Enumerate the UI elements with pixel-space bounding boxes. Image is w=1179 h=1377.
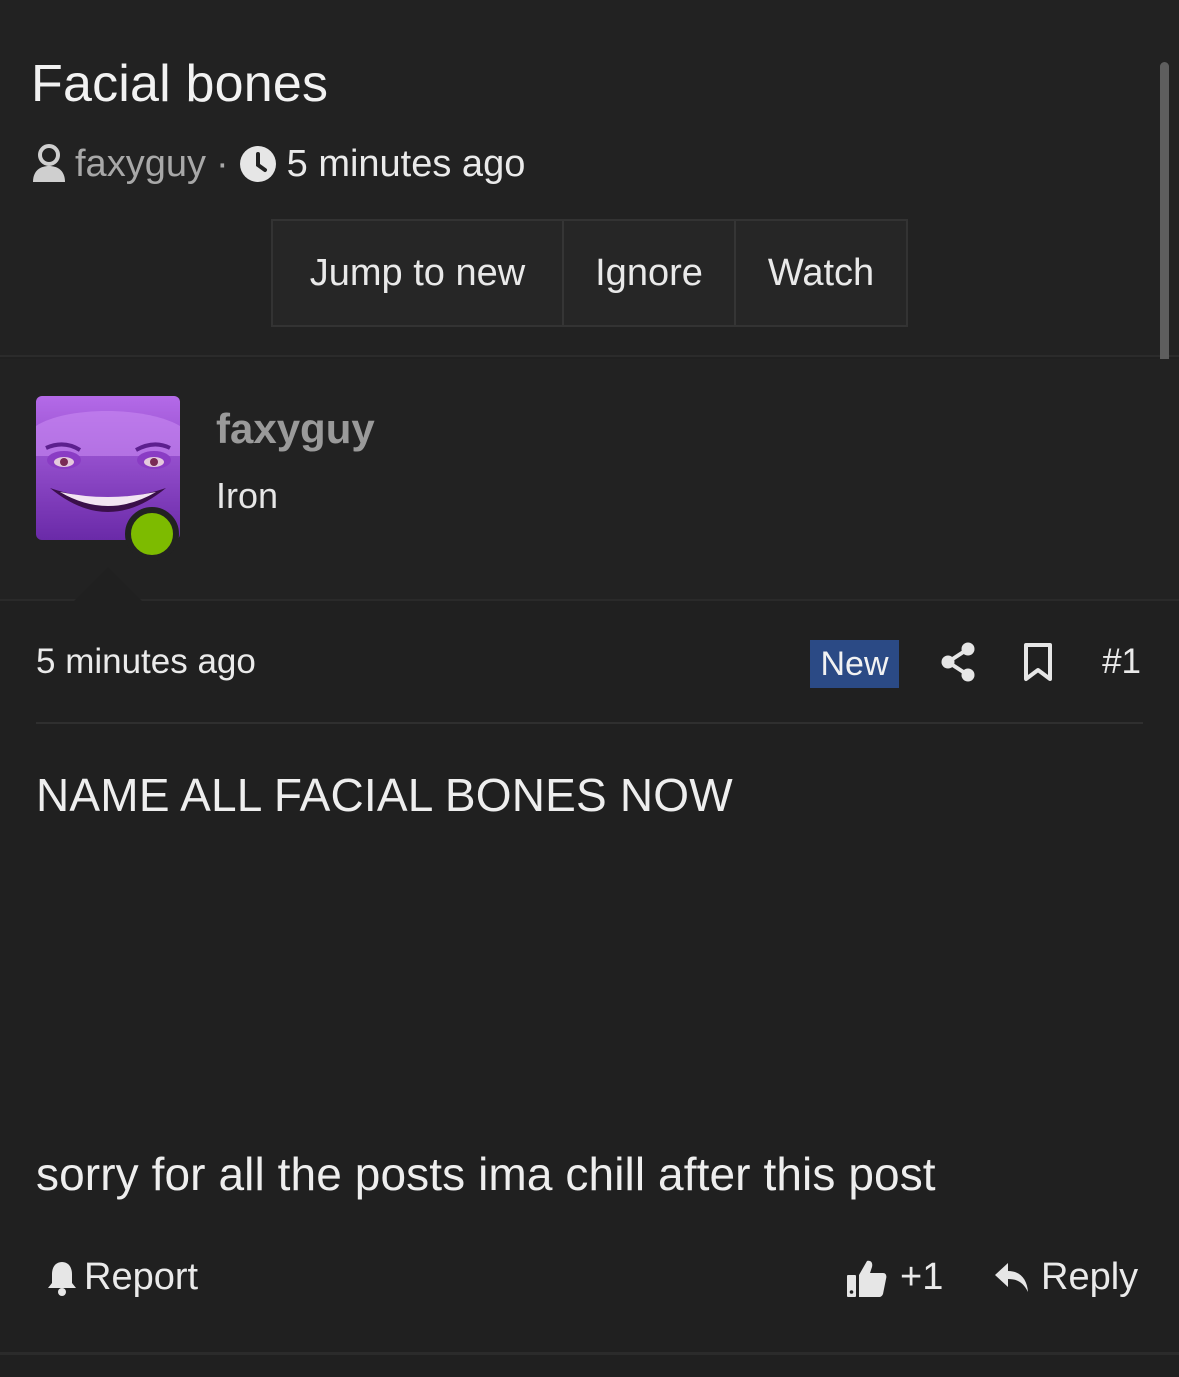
post-author-block: faxyguy Iron: [0, 359, 1179, 601]
ignore-button[interactable]: Ignore: [562, 221, 734, 325]
post-author-name[interactable]: faxyguy: [216, 405, 375, 453]
post-actions: Report +1 Reply: [0, 1252, 1179, 1308]
jump-to-new-button[interactable]: Jump to new: [273, 221, 562, 325]
reply-label: Reply: [1041, 1256, 1139, 1298]
post-body-line: NAME ALL FACIAL BONES NOW: [36, 769, 733, 821]
thread-time: 5 minutes ago: [286, 142, 526, 185]
post-meta: 5 minutes ago New #1: [36, 640, 1143, 688]
meta-separator: ·: [215, 142, 229, 185]
online-status-indicator: [125, 507, 179, 561]
thread-action-buttons: Jump to new Ignore Watch: [271, 219, 908, 327]
post-number-link[interactable]: #1: [1102, 642, 1141, 682]
like-count: +1: [900, 1256, 944, 1298]
like-button[interactable]: +1: [846, 1256, 943, 1299]
post-divider: [36, 722, 1143, 724]
author-pointer: [74, 567, 142, 601]
new-badge: New: [810, 640, 899, 688]
thread-meta: faxyguy · 5 minutes ago: [31, 140, 525, 188]
post-bottom-border: [0, 1352, 1179, 1355]
page-title: Facial bones: [31, 55, 329, 113]
watch-button[interactable]: Watch: [734, 221, 906, 325]
thread-page: Facial bones faxyguy · 5 minutes ago Jum…: [0, 0, 1179, 1377]
reply-arrow-icon: [993, 1261, 1031, 1295]
share-icon[interactable]: [940, 642, 976, 682]
post-time: 5 minutes ago: [36, 642, 256, 681]
clock-icon: [239, 145, 277, 183]
user-icon: [31, 144, 67, 184]
thumbs-up-icon: [846, 1257, 888, 1299]
post-author-rank: Iron: [216, 475, 279, 516]
report-label: Report: [84, 1256, 199, 1298]
thread-author-link[interactable]: faxyguy: [75, 143, 206, 186]
bell-icon: [46, 1259, 78, 1297]
thread-header: Facial bones faxyguy · 5 minutes ago Jum…: [0, 0, 1179, 357]
report-button[interactable]: Report: [46, 1256, 198, 1299]
post-body-line: sorry for all the posts ima chill after …: [36, 1148, 936, 1200]
reply-button[interactable]: Reply: [993, 1256, 1138, 1299]
bookmark-icon[interactable]: [1022, 642, 1054, 682]
